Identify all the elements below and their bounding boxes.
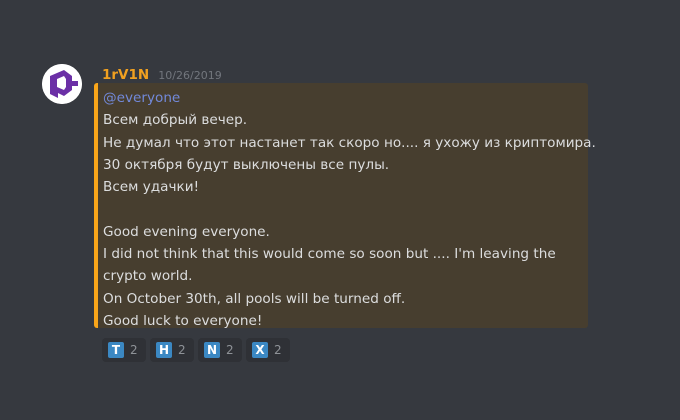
username[interactable]: 1rV1N: [102, 67, 149, 83]
message-content: @everyone Всем добрый вечер. Не думал чт…: [94, 83, 596, 329]
mention-line: @everyone: [103, 87, 582, 109]
everyone-mention[interactable]: @everyone: [103, 90, 180, 106]
avatar[interactable]: [42, 64, 82, 104]
reaction-h[interactable]: H 2: [150, 338, 194, 362]
message-line: On October 30th, all pools will be turne…: [103, 290, 406, 307]
message-line: 30 октября будут выключены все пулы.: [103, 156, 390, 173]
reaction-x[interactable]: X 2: [246, 338, 290, 362]
message-line: Good evening everyone.: [103, 223, 270, 240]
message-line: Всем добрый вечер.: [103, 112, 248, 129]
reaction-n[interactable]: N 2: [198, 338, 242, 362]
regional-indicator-x-icon: X: [252, 342, 268, 358]
reaction-count: 2: [226, 343, 234, 357]
timestamp: 10/26/2019: [158, 69, 222, 82]
reaction-count: 2: [178, 343, 186, 357]
reaction-t[interactable]: T 2: [102, 338, 146, 362]
regional-indicator-t-icon: T: [108, 342, 124, 358]
purple-logo-icon: [42, 64, 82, 104]
message-line: I did not think that this would come so …: [103, 246, 556, 285]
message-header: 1rV1N 10/26/2019: [102, 64, 222, 84]
regional-indicator-n-icon: N: [204, 342, 220, 358]
message-line: Не думал что этот настанет так скоро но.…: [103, 134, 596, 151]
regional-indicator-h-icon: H: [156, 342, 172, 358]
message-line: Всем удачки!: [103, 179, 200, 196]
reaction-count: 2: [130, 343, 138, 357]
reactions-bar: T 2 H 2 N 2 X 2: [102, 338, 290, 362]
message-line: Good luck to everyone!: [103, 312, 263, 329]
reaction-count: 2: [274, 343, 282, 357]
